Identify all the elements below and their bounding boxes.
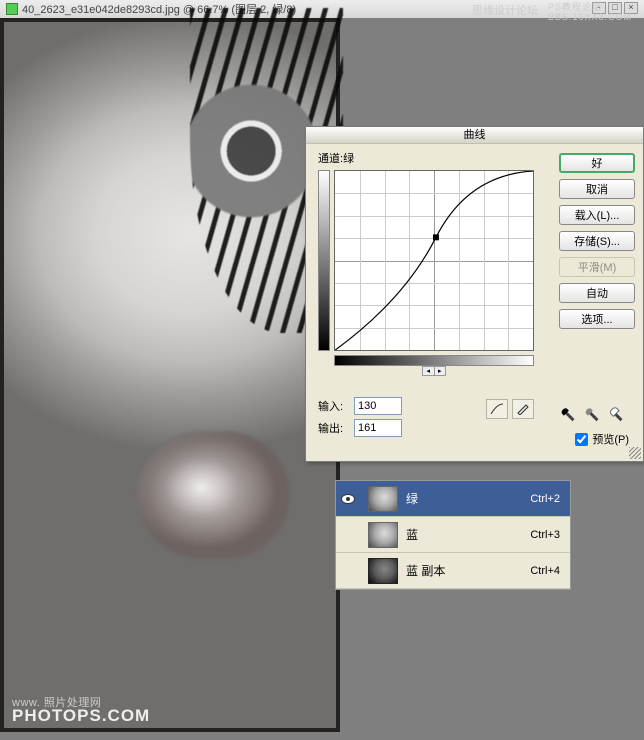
save-button[interactable]: 存储(S)... [559, 231, 635, 251]
channel-shortcut: Ctrl+3 [530, 529, 560, 541]
input-gradient-strip [334, 355, 534, 366]
visibility-eye-icon[interactable] [341, 494, 355, 504]
channel-row-blue[interactable]: 蓝 Ctrl+3 [336, 517, 570, 553]
midpoint-slider[interactable]: ◂ ▸ [422, 366, 446, 376]
channel-shortcut: Ctrl+2 [530, 493, 560, 505]
auto-button[interactable]: 自动 [559, 283, 635, 303]
channel-name: 蓝 副本 [406, 562, 530, 579]
channel-label: 通道: [318, 153, 343, 165]
smooth-button: 平滑(M) [559, 257, 635, 277]
channel-thumbnail [368, 522, 398, 548]
watermark-text: 思缘设计论坛 [472, 2, 538, 22]
channel-name: 绿 [406, 490, 530, 507]
channel-row-green[interactable]: 绿 Ctrl+2 [336, 481, 570, 517]
channel-name: 蓝 [406, 526, 530, 543]
input-field[interactable] [354, 397, 402, 415]
eyedropper-gray-icon[interactable] [584, 406, 607, 429]
output-gradient-strip [318, 170, 330, 351]
cancel-button[interactable]: 取消 [559, 179, 635, 199]
eyedropper-white-icon[interactable] [608, 406, 631, 429]
dialog-button-column: 好 取消 载入(L)... 存储(S)... 平滑(M) 自动 选项... [559, 153, 635, 329]
preview-checkbox[interactable] [575, 433, 588, 446]
load-button[interactable]: 载入(L)... [559, 205, 635, 225]
output-label: 输出: [318, 420, 354, 436]
page-watermark-top: 思缘设计论坛 PS教程论坛 BBS.16XX8.COM [472, 2, 632, 22]
input-label: 输入: [318, 398, 354, 414]
channel-shortcut: Ctrl+4 [530, 565, 560, 577]
document-icon [6, 3, 18, 15]
options-button[interactable]: 选项... [559, 309, 635, 329]
channel-value[interactable]: 绿 [343, 153, 354, 165]
photo-content [4, 22, 336, 728]
curve-pencil-tool-icon[interactable] [512, 399, 534, 419]
curve-point-tool-icon[interactable] [486, 399, 508, 419]
photo-watermark-big: PHOTOPS.COM [12, 706, 150, 726]
channels-panel: 绿 Ctrl+2 蓝 Ctrl+3 蓝 副本 Ctrl+4 [335, 480, 571, 590]
ok-button[interactable]: 好 [559, 153, 635, 173]
channel-thumbnail [368, 558, 398, 584]
channel-row-blue-copy[interactable]: 蓝 副本 Ctrl+4 [336, 553, 570, 589]
curve-line [335, 171, 533, 350]
eyedropper-group [563, 409, 627, 425]
curve-point-icon [433, 234, 439, 240]
eyedropper-black-icon[interactable] [560, 406, 583, 429]
io-fields: 输入: 输出: [318, 397, 402, 441]
app-window: 40_2623_e31e042de8293cd.jpg @ 66.7% (图层 … [0, 0, 644, 740]
channel-thumbnail [368, 486, 398, 512]
watermark-text: PS教程论坛 BBS.16XX8.COM [548, 2, 632, 22]
preview-label: 预览(P) [592, 431, 629, 447]
output-field[interactable] [354, 419, 402, 437]
dialog-title: 曲线 [306, 127, 643, 144]
curves-dialog: 曲线 通道:绿 [305, 126, 644, 462]
image-canvas[interactable]: www. 照片处理网 PHOTOPS.COM [0, 18, 340, 732]
preview-checkbox-row[interactable]: 预览(P) [575, 431, 629, 447]
curve-tool-icons [486, 399, 534, 419]
curves-graph[interactable] [334, 170, 534, 351]
resize-grip-icon[interactable] [629, 447, 641, 459]
